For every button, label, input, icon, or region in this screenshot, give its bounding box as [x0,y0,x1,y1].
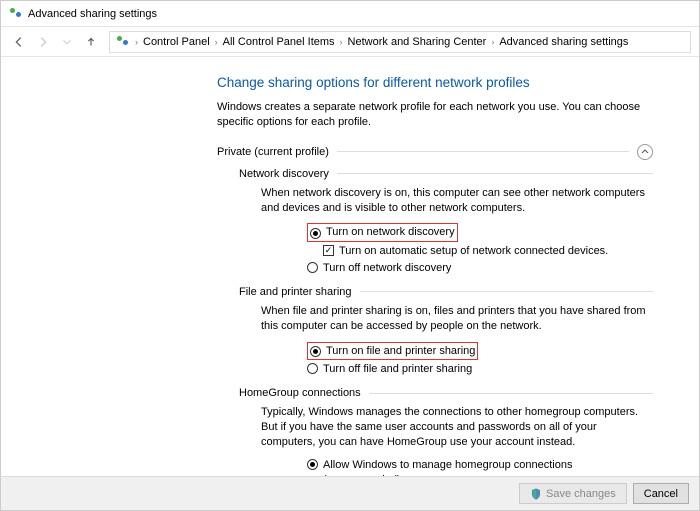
option-label[interactable]: Turn off network discovery [323,261,451,276]
network-discovery-desc: When network discovery is on, this compu… [261,186,653,216]
chevron-right-icon[interactable]: › [488,37,497,47]
chevron-right-icon[interactable]: › [337,37,346,47]
subsection-label: Network discovery [239,168,329,180]
breadcrumb-item[interactable]: Network and Sharing Center [348,36,487,48]
option-label[interactable]: Turn off file and printer sharing [323,362,472,377]
checkbox-auto-setup[interactable] [323,245,334,256]
navbar: › Control Panel › All Control Panel Item… [1,27,699,57]
titlebar: Advanced sharing settings [1,1,699,27]
section-private[interactable]: Private (current profile) [217,144,653,160]
section-label: Private (current profile) [217,146,329,158]
option-label[interactable]: Turn on automatic setup of network conne… [339,244,608,259]
cancel-button[interactable]: Cancel [633,483,689,504]
divider [369,393,653,394]
chevron-right-icon[interactable]: › [212,37,221,47]
shield-icon [530,488,542,500]
chevron-right-icon[interactable]: › [132,37,141,47]
collapse-icon[interactable] [637,144,653,160]
page-heading: Change sharing options for different net… [217,75,653,90]
highlight-box: Turn on network discovery [307,223,458,242]
cancel-label: Cancel [644,488,678,500]
app-icon [7,6,23,22]
option-label[interactable]: Turn on file and printer sharing [326,344,475,359]
up-button[interactable] [81,32,101,52]
highlight-box: Turn on file and printer sharing [307,342,478,361]
footer: Save changes Cancel [1,476,699,510]
forward-button[interactable] [33,32,53,52]
back-button[interactable] [9,32,29,52]
subsection-label: HomeGroup connections [239,387,361,399]
subsection-homegroup: HomeGroup connections [239,387,653,399]
option-label[interactable]: Allow Windows to manage homegroup connec… [323,458,653,477]
radio-homegroup-allow[interactable] [307,459,318,470]
breadcrumb-item[interactable]: Advanced sharing settings [499,36,628,48]
breadcrumb-item[interactable]: Control Panel [143,36,210,48]
subsection-network-discovery: Network discovery [239,168,653,180]
radio-network-discovery-off[interactable] [307,262,318,273]
subsection-label: File and printer sharing [239,286,352,298]
breadcrumb-icon [114,34,130,50]
subsection-file-printer: File and printer sharing [239,286,653,298]
intro-text: Windows creates a separate network profi… [217,100,653,130]
radio-file-printer-off[interactable] [307,363,318,374]
option-label[interactable]: Turn on network discovery [326,225,455,240]
content-area: Change sharing options for different net… [1,57,699,477]
divider [337,151,629,152]
window-title: Advanced sharing settings [28,8,157,20]
radio-file-printer-on[interactable] [310,346,321,357]
file-printer-desc: When file and printer sharing is on, fil… [261,304,653,334]
homegroup-desc: Typically, Windows manages the connectio… [261,405,653,450]
save-changes-button[interactable]: Save changes [519,483,627,504]
divider [337,173,653,174]
save-label: Save changes [546,488,616,500]
divider [360,291,653,292]
recent-dropdown-icon[interactable] [57,32,77,52]
radio-network-discovery-on[interactable] [310,228,321,239]
breadcrumb[interactable]: › Control Panel › All Control Panel Item… [109,31,691,53]
breadcrumb-item[interactable]: All Control Panel Items [223,36,335,48]
